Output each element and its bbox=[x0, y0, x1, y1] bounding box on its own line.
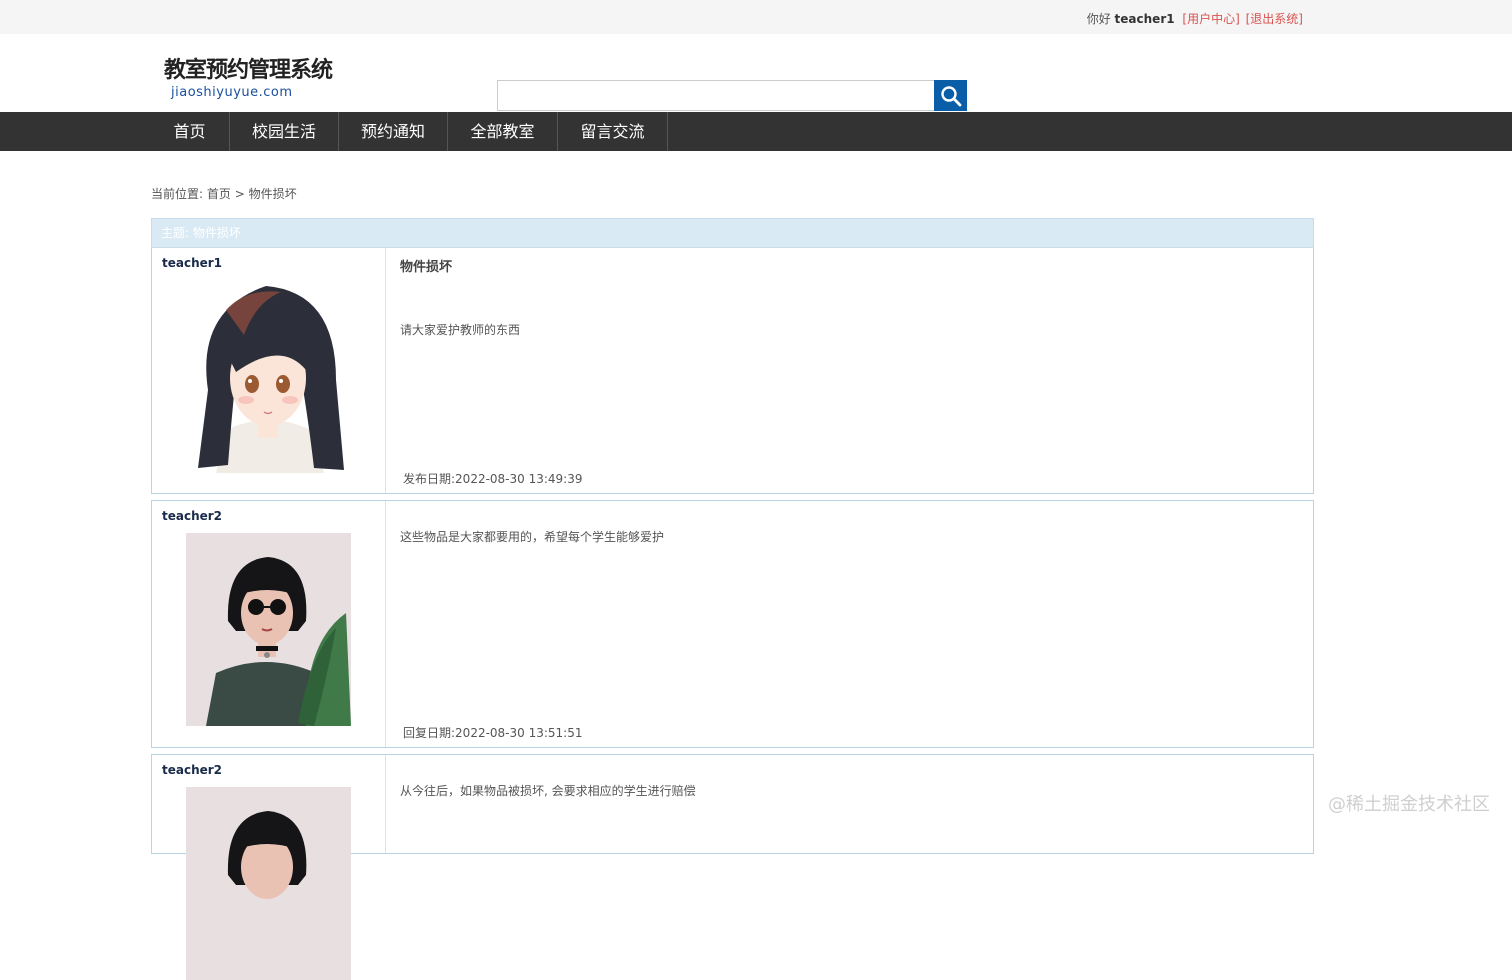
avatar bbox=[186, 280, 351, 473]
search-icon bbox=[941, 86, 962, 107]
breadcrumb-separator: > bbox=[234, 187, 245, 201]
search-button[interactable] bbox=[934, 80, 967, 111]
watermark: @稀土掘金技术社区 bbox=[1328, 794, 1490, 815]
nav-item-all-classrooms[interactable]: 全部教室 bbox=[448, 112, 558, 151]
nav-item-home[interactable]: 首页 bbox=[150, 112, 230, 151]
post-title: 物件损坏 bbox=[400, 260, 453, 275]
nav-item-booking-notice[interactable]: 预约通知 bbox=[339, 112, 448, 151]
post-date: 发布日期:2022-08-30 13:49:39 bbox=[403, 472, 583, 486]
logo-domain: jiaoshiyuyue.com bbox=[171, 85, 293, 100]
breadcrumb-prefix: 当前位置: bbox=[151, 187, 204, 201]
user-center-link[interactable]: [用户中心] bbox=[1182, 12, 1239, 26]
post-author-name: teacher2 bbox=[162, 763, 223, 777]
avatar-anime-girl-image bbox=[186, 280, 351, 473]
search-box bbox=[497, 80, 967, 111]
post-author-panel: teacher2 bbox=[152, 501, 386, 747]
site-logo[interactable]: 教室预约管理系统 jiaoshiyuyue.com bbox=[164, 52, 333, 100]
search-input[interactable] bbox=[497, 80, 935, 111]
logout-link[interactable]: [退出系统] bbox=[1246, 12, 1303, 26]
post-content: 从今往后，如果物品被损坏, 会要求相应的学生进行赔偿 bbox=[400, 784, 696, 798]
post-date: 回复日期:2022-08-30 13:51:51 bbox=[403, 726, 583, 740]
post-body: 物件损坏 请大家爱护教师的东西 发布日期:2022-08-30 13:49:39 bbox=[400, 248, 1303, 493]
site-header: 教室预约管理系统 jiaoshiyuyue.com bbox=[0, 34, 1512, 112]
post-author-name: teacher1 bbox=[162, 256, 223, 270]
breadcrumb: 当前位置: 首页 > 物件损坏 bbox=[151, 185, 297, 202]
avatar-sunglasses-girl-image bbox=[186, 533, 351, 726]
post-author-name: teacher2 bbox=[162, 509, 223, 523]
breadcrumb-current: 物件损坏 bbox=[248, 187, 297, 201]
logo-title: 教室预约管理系统 bbox=[164, 58, 333, 83]
greeting-text: 你好 bbox=[1086, 12, 1111, 26]
post-author-panel: teacher1 bbox=[152, 248, 386, 493]
nav-item-messages[interactable]: 留言交流 bbox=[558, 112, 668, 151]
post-author-panel: teacher2 bbox=[152, 755, 386, 980]
post-content: 这些物品是大家都要用的，希望每个学生能够爱护 bbox=[400, 530, 665, 544]
main-nav: 首页 校园生活 预约通知 全部教室 留言交流 bbox=[0, 112, 1512, 151]
post-content: 请大家爱护教师的东西 bbox=[400, 323, 521, 337]
reply-item: teacher2 这些物品是大家都要用的，希望每个学生能够爱护 回复日期:202… bbox=[151, 500, 1314, 748]
topic-board: 主题: 物件损坏 teacher1 物件损坏 请大家爱护教师的东西 发布日期:2… bbox=[151, 218, 1314, 980]
post-item: teacher1 物件损坏 请大家爱护教师的东西 发布日期:2022-08-30… bbox=[151, 248, 1314, 494]
avatar bbox=[186, 533, 351, 726]
post-body: 这些物品是大家都要用的，希望每个学生能够爱护 回复日期:2022-08-30 1… bbox=[400, 501, 1303, 747]
user-status: 你好 teacher1 [用户中心] [退出系统] bbox=[1087, 10, 1303, 27]
nav-item-campus-life[interactable]: 校园生活 bbox=[230, 112, 339, 151]
top-bar: 你好 teacher1 [用户中心] [退出系统] bbox=[0, 0, 1512, 34]
breadcrumb-home[interactable]: 首页 bbox=[207, 187, 231, 201]
current-username: teacher1 bbox=[1114, 12, 1175, 26]
post-body: 从今往后，如果物品被损坏, 会要求相应的学生进行赔偿 bbox=[400, 755, 1303, 853]
avatar bbox=[186, 787, 351, 980]
topic-header: 主题: 物件损坏 bbox=[151, 218, 1314, 248]
reply-item: teacher2 从今往后，如果物品被损坏, 会要求相应的学生进行赔偿 bbox=[151, 754, 1314, 980]
avatar-sunglasses-girl-image bbox=[186, 787, 351, 980]
